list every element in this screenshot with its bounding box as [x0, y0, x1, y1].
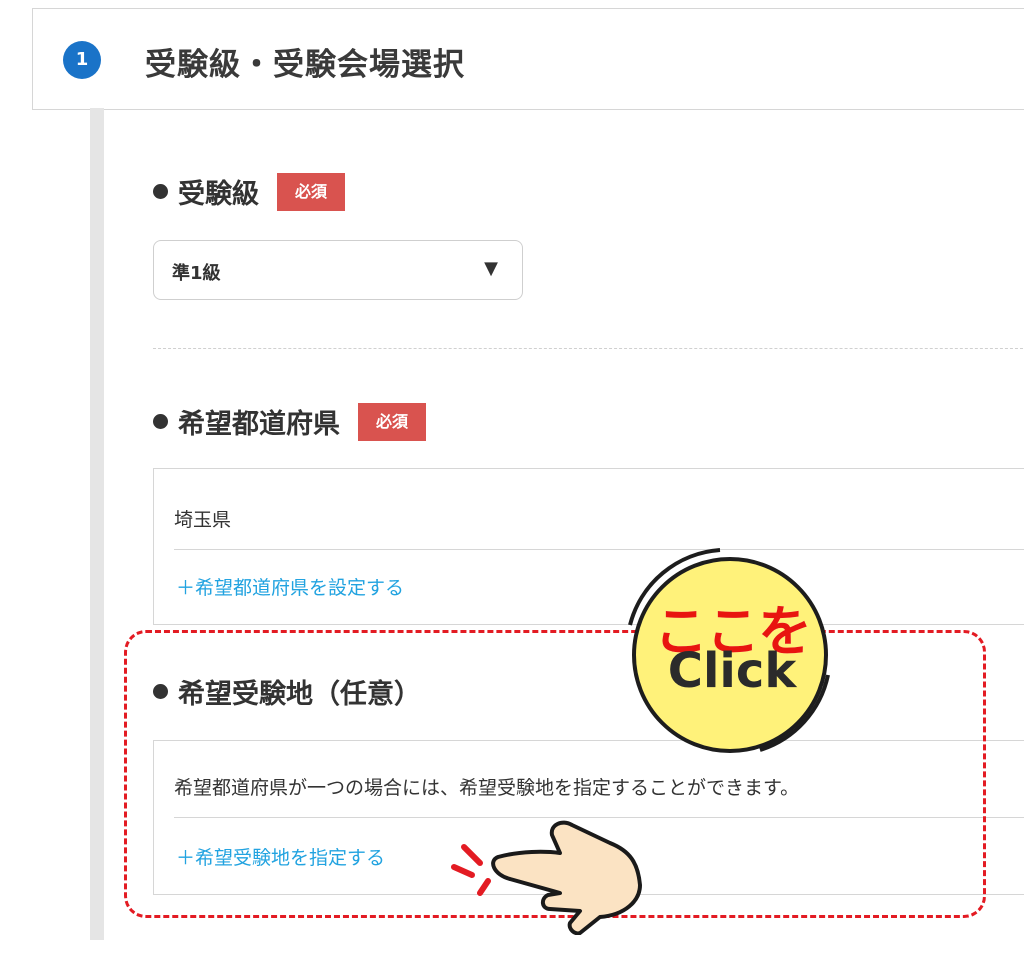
left-accent-bar	[90, 108, 104, 940]
venue-label-row: 希望受験地（任意）	[153, 672, 421, 711]
add-venue-link[interactable]: ＋希望受験地を指定する	[176, 843, 385, 870]
required-badge: 必須	[358, 402, 427, 441]
panel-divider	[174, 549, 1024, 550]
prefecture-label-row: 希望都道府県 必須	[153, 402, 427, 441]
dropdown-arrow-icon: ▼	[484, 258, 498, 279]
required-badge: 必須	[277, 172, 346, 211]
grade-label-row: 受験級 必須	[153, 172, 346, 211]
grade-select-value: 準1級	[172, 263, 221, 284]
prefecture-label: 希望都道府県	[178, 409, 340, 440]
section-header: 1 受験級・受験会場選択	[32, 8, 1024, 110]
section-divider	[153, 348, 1024, 349]
step-number-badge: 1	[63, 41, 101, 79]
pointing-hand-icon	[450, 815, 650, 936]
grade-select[interactable]: 準1級 ▼	[153, 240, 523, 300]
venue-note: 希望都道府県が一つの場合には、希望受験地を指定することができます。	[174, 777, 800, 799]
callout-bottom-text: Click	[667, 643, 797, 699]
prefecture-panel: 埼玉県 ＋希望都道府県を設定する	[153, 468, 1024, 625]
grade-label: 受験級	[178, 179, 259, 210]
bullet-dot-icon	[153, 414, 168, 429]
bullet-dot-icon	[153, 684, 168, 699]
add-prefecture-link[interactable]: ＋希望都道府県を設定する	[176, 573, 404, 600]
selected-prefecture: 埼玉県	[174, 509, 232, 531]
page-title: 受験級・受験会場選択	[145, 47, 465, 83]
click-callout: ここを Click	[610, 545, 830, 755]
venue-label: 希望受験地（任意）	[178, 679, 421, 710]
bullet-dot-icon	[153, 184, 168, 199]
